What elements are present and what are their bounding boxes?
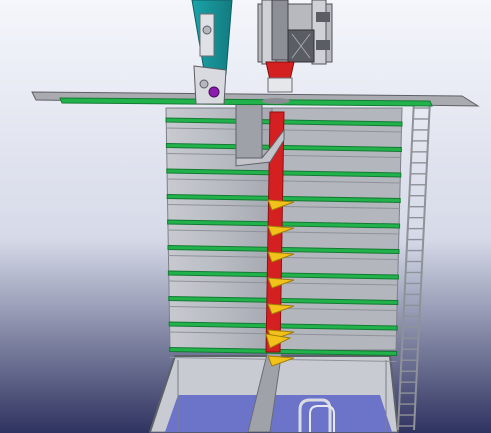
cad-viewport <box>0 0 491 433</box>
pit-water <box>165 395 392 432</box>
cad-render <box>0 0 491 433</box>
stacked-tower <box>165 107 403 362</box>
